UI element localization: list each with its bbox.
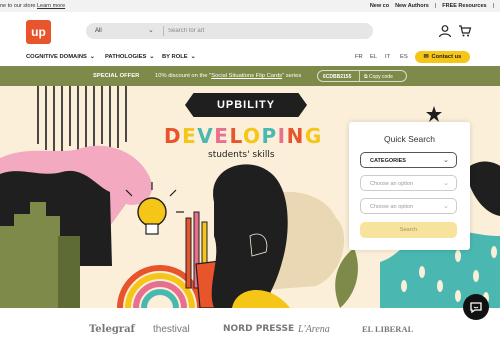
search-input[interactable] <box>168 25 358 37</box>
brand-badge: UPBILITY <box>185 93 307 117</box>
user-icon[interactable] <box>438 24 452 38</box>
nav-item-label: BY ROLE <box>162 54 188 60</box>
categories-select[interactable]: CATEGORIES ⌄ <box>360 152 457 168</box>
top-link-separator: | <box>434 3 437 9</box>
headline-letter: E <box>182 124 198 148</box>
quick-search-button[interactable]: Search <box>360 222 457 238</box>
nav-item-label: PATHOLOGIES <box>105 54 147 60</box>
chevron-down-icon: ⌄ <box>89 54 95 60</box>
chat-icon <box>470 302 482 314</box>
copy-code-button[interactable]: ⧉ Copy code <box>364 74 393 80</box>
contact-us-label: Contact us <box>431 54 462 60</box>
top-link-free-resources[interactable]: FREE Resources <box>442 3 486 9</box>
chevron-down-icon[interactable]: ⌄ <box>148 26 154 34</box>
chat-button[interactable] <box>463 294 489 320</box>
contact-us-button[interactable]: ✉ Contact us <box>415 51 470 63</box>
offer-link[interactable]: Social Situations Flip Cards <box>211 73 282 79</box>
search-bar: All ⌄ <box>86 23 373 39</box>
headline-letter: P <box>261 124 278 148</box>
offer-text-prefix: 10% discount on the " <box>155 73 212 79</box>
welcome-text: ne to our store <box>0 3 36 9</box>
announcement-bar: ne to our store Learn more New co New Au… <box>0 0 500 12</box>
language-it[interactable]: IT <box>385 54 390 60</box>
search-category[interactable]: All <box>95 28 102 34</box>
welcome-message: ne to our store Learn more <box>0 3 65 9</box>
discount-code: 6CDBB2155 <box>323 73 352 80</box>
nav-item-cognitive-domains[interactable]: COGNITIVE DOMAINS ⌄ <box>26 54 95 60</box>
headline-letter: I <box>277 124 287 148</box>
language-es[interactable]: ES <box>400 54 408 60</box>
headline-letter: E <box>214 124 230 148</box>
site-logo[interactable]: up <box>26 20 51 44</box>
offer-text-suffix: " series <box>282 73 302 79</box>
headline-letter: N <box>286 124 305 148</box>
top-link-separator: | <box>492 3 494 9</box>
option-select-2[interactable]: Choose an option ⌄ <box>360 198 457 214</box>
offer-label: SPECIAL OFFER <box>93 73 140 79</box>
search-divider <box>163 26 164 36</box>
learn-more-link[interactable]: Learn more <box>37 3 65 9</box>
press-logo-telegraf: Telegraf <box>89 324 135 335</box>
discount-code-box: 6CDBB2155 ⧉ Copy code <box>317 70 407 82</box>
stripes-decoration <box>37 86 127 158</box>
top-link-new[interactable]: New co <box>370 3 389 9</box>
language-fr[interactable]: FR <box>355 54 363 60</box>
top-link-new-authors[interactable]: New Authors <box>395 3 429 9</box>
dark-corner-shape <box>470 161 500 216</box>
quick-search-title: Quick Search <box>383 134 436 144</box>
headline-letter: O <box>242 124 262 148</box>
option-select-1-value: Choose an option <box>370 180 414 187</box>
cart-icon[interactable] <box>458 24 472 38</box>
categories-select-value: CATEGORIES <box>370 157 406 164</box>
chevron-down-icon: ⌄ <box>443 157 449 164</box>
headline-letter: D <box>164 124 183 148</box>
chevron-down-icon: ⌄ <box>149 54 155 60</box>
press-logo-larena: L'Arena <box>298 324 330 335</box>
headline-letter: L <box>229 124 243 148</box>
code-divider <box>359 71 360 81</box>
option-select-2-value: Choose an option <box>370 203 414 210</box>
press-logo-thestival: thestival <box>153 324 190 335</box>
hero-banner: UPBILITY DEVELOPING students' skills Qui… <box>0 86 500 308</box>
option-select-1[interactable]: Choose an option ⌄ <box>360 175 457 191</box>
nav-item-by-role[interactable]: BY ROLE ⌄ <box>162 54 196 60</box>
hero-subline: students' skills <box>208 150 275 160</box>
mail-icon: ✉ <box>423 54 429 60</box>
nav-item-pathologies[interactable]: PATHOLOGIES ⌄ <box>105 54 154 60</box>
top-links: New co New Authors | FREE Resources | <box>370 3 494 9</box>
chevron-down-icon: ⌄ <box>443 203 449 210</box>
special-offer-bar: SPECIAL OFFER 10% discount on the "Socia… <box>0 66 500 86</box>
site-header: up All ⌄ <box>0 12 500 50</box>
press-logo-nord-presse: NORD PRESSE <box>223 324 295 334</box>
press-logo-el-liberal: EL LIBERAL <box>362 324 414 334</box>
quick-search-panel: Quick Search CATEGORIES ⌄ Choose an opti… <box>349 122 470 250</box>
nav-item-label: COGNITIVE DOMAINS <box>26 54 87 60</box>
headline-letter: V <box>197 124 215 148</box>
copy-code-label: Copy code <box>368 73 393 80</box>
headline-letter: G <box>304 124 323 148</box>
chevron-down-icon: ⌄ <box>190 54 196 60</box>
hero-headline: DEVELOPING <box>164 124 323 148</box>
language-el[interactable]: EL <box>370 54 377 60</box>
press-logos: Telegraf thestival NORD PRESSE L'Arena E… <box>0 308 500 348</box>
star-icon <box>426 106 442 122</box>
chevron-down-icon: ⌄ <box>443 180 449 187</box>
offer-text: 10% discount on the "Social Situations F… <box>155 73 301 79</box>
copy-icon: ⧉ <box>364 73 368 80</box>
